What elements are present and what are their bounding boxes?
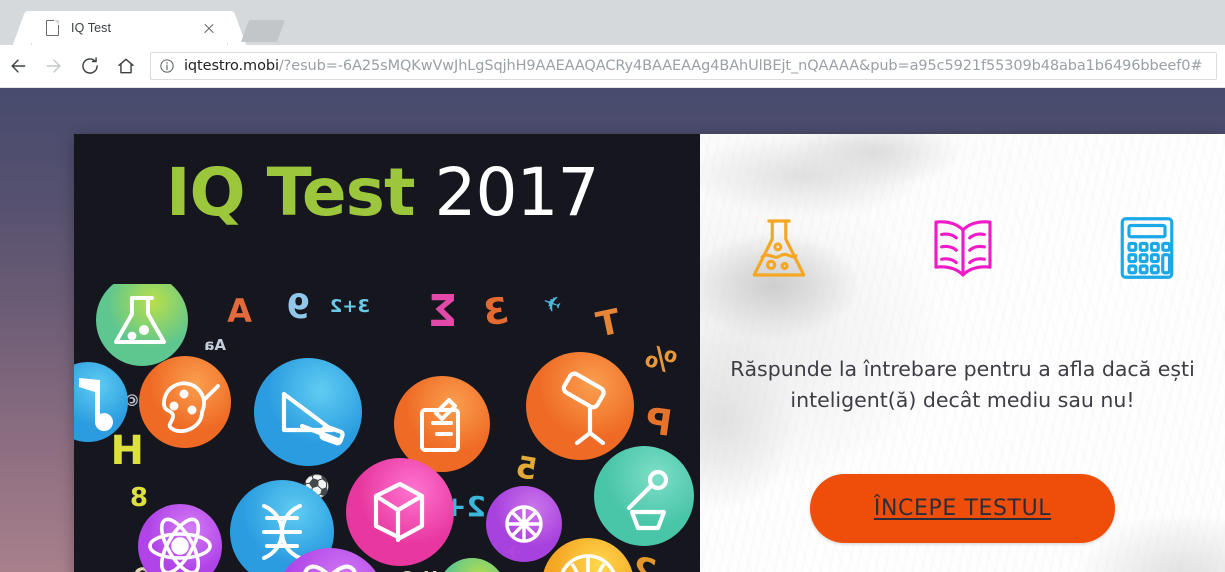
reload-circular-arrow-icon [82, 57, 98, 74]
calculator-icon [1120, 217, 1173, 279]
svg-text:Σ: Σ [428, 286, 458, 337]
feature-icons-row [700, 212, 1225, 284]
close-x-icon[interactable] [201, 20, 217, 36]
page-title-white: 2017 [434, 154, 599, 231]
browser-window: IQ Test iqtestro.mobi/?esub=-6A25sMQKwVw… [0, 0, 1225, 572]
svg-text:H: H [111, 428, 144, 474]
tagline-line-2: inteligent(ă) decât mediu sau nu! [790, 388, 1135, 413]
page-viewport: IQ Test 2017 % T ✈ 3 Σ P 5 2+2 3+2 9 A A… [0, 88, 1225, 572]
science-icon-collage: % T ✈ 3 Σ P ¾ 5 2+2 3+2 9 A Aa ✖ [74, 284, 700, 572]
page-title: IQ Test 2017 [166, 160, 599, 226]
url-path: /?esub=-6A25sMQKwVwJhLgSqjhH9AAEAAQACRy4… [278, 58, 1203, 74]
cta-container: ÎNCEPE TESTUL [700, 474, 1225, 543]
address-bar[interactable]: iqtestro.mobi/?esub=-6A25sMQKwVwJhLgSqjh… [150, 52, 1217, 80]
browser-toolbar: iqtestro.mobi/?esub=-6A25sMQKwVwJhLgSqjh… [0, 45, 1225, 88]
svg-text:3+2: 3+2 [330, 296, 370, 317]
forward-button[interactable] [36, 48, 72, 84]
svg-text:Aa: Aa [204, 336, 226, 354]
open-book-icon [933, 220, 992, 277]
tab-iq-test[interactable]: IQ Test [32, 11, 227, 45]
svg-text:P: P [643, 401, 675, 445]
svg-text:A: A [227, 292, 252, 330]
page-title-green: IQ Test [166, 154, 415, 231]
flask-icon [752, 219, 805, 277]
back-button[interactable] [0, 48, 36, 84]
arrow-right-icon [46, 59, 61, 73]
tagline: Răspunde la întrebare pentru a afla dacă… [700, 354, 1225, 416]
hero-right-panel: Răspunde la întrebare pentru a afla dacă… [700, 134, 1225, 572]
home-icon [118, 58, 134, 74]
tab-strip: IQ Test [0, 0, 1225, 45]
page-document-icon [46, 19, 60, 36]
arrow-left-icon [11, 59, 26, 73]
url-host: iqtestro.mobi [184, 58, 279, 74]
info-circle-icon[interactable] [159, 58, 175, 74]
start-test-button-label: ÎNCEPE TESTUL [873, 496, 1052, 521]
hero-left-panel: IQ Test 2017 % T ✈ 3 Σ P 5 2+2 3+2 9 A A… [74, 134, 700, 572]
start-test-button[interactable]: ÎNCEPE TESTUL [810, 474, 1115, 543]
url-text: iqtestro.mobi/?esub=-6A25sMQKwVwJhLgSqjh… [184, 58, 1202, 74]
landing-card: IQ Test 2017 % T ✈ 3 Σ P 5 2+2 3+2 9 A A… [74, 134, 1225, 572]
svg-text:8: 8 [130, 483, 148, 513]
tab-title: IQ Test [71, 21, 112, 35]
svg-text:H₂O: H₂O [400, 568, 438, 572]
svg-text:9: 9 [286, 287, 310, 327]
home-button[interactable] [108, 48, 144, 84]
new-tab-button[interactable] [240, 20, 286, 42]
reload-button[interactable] [72, 48, 108, 84]
tagline-line-1: Răspunde la întrebare pentru a afla dacă… [730, 357, 1195, 381]
